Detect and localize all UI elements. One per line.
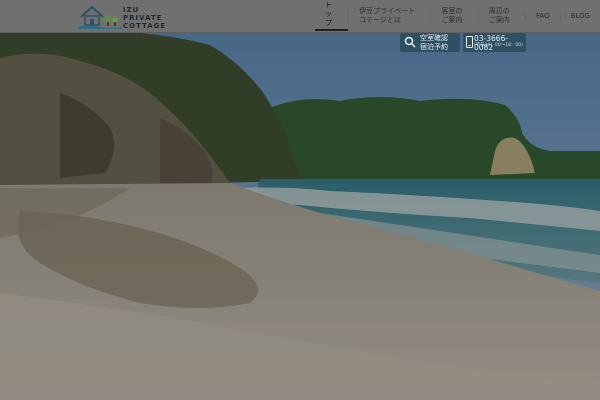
cottage-logo-icon <box>78 5 122 29</box>
logo[interactable]: IZU PRIVATE COTTAGE <box>78 3 170 31</box>
hero-dim-overlay <box>0 33 600 400</box>
logo-line-2: PRIVATE <box>123 14 163 22</box>
logo-text: IZU PRIVATE COTTAGE <box>123 6 166 30</box>
site-header: IZU PRIVATE COTTAGE トップ 伊豆プライベートコテージとは 客… <box>0 0 600 33</box>
nav-item-rooms[interactable]: 客室のご案内 <box>430 7 477 25</box>
nav-item-area[interactable]: 周辺のご案内 <box>477 7 525 25</box>
reservation-button[interactable]: 空室確認 宿泊予約 <box>400 33 460 52</box>
reservation-line-2: 宿泊予約 <box>420 42 448 51</box>
logo-line-3: COTTAGE <box>123 22 167 30</box>
nav-item-about[interactable]: 伊豆プライベートコテージとは <box>348 7 430 25</box>
reservation-button-label: 空室確認 宿泊予約 <box>420 34 448 51</box>
reservation-line-1: 空室確認 <box>420 34 448 42</box>
search-icon <box>404 36 416 48</box>
main-nav: トップ 伊豆プライベートコテージとは 客室のご案内 周辺のご案内 FAQ BLO… <box>315 0 600 32</box>
phone-hours: (平日10：00～18：00) <box>474 43 523 48</box>
nav-item-top[interactable]: トップ <box>315 1 349 31</box>
hero-image <box>0 33 600 400</box>
logo-line-1: IZU <box>123 6 140 14</box>
phone-button[interactable]: 03-3666-0082 (平日10：00～18：00) <box>463 33 526 52</box>
nav-item-faq[interactable]: FAQ <box>525 11 560 21</box>
nav-item-blog[interactable]: BLOG <box>559 11 600 21</box>
phone-icon <box>466 36 473 48</box>
